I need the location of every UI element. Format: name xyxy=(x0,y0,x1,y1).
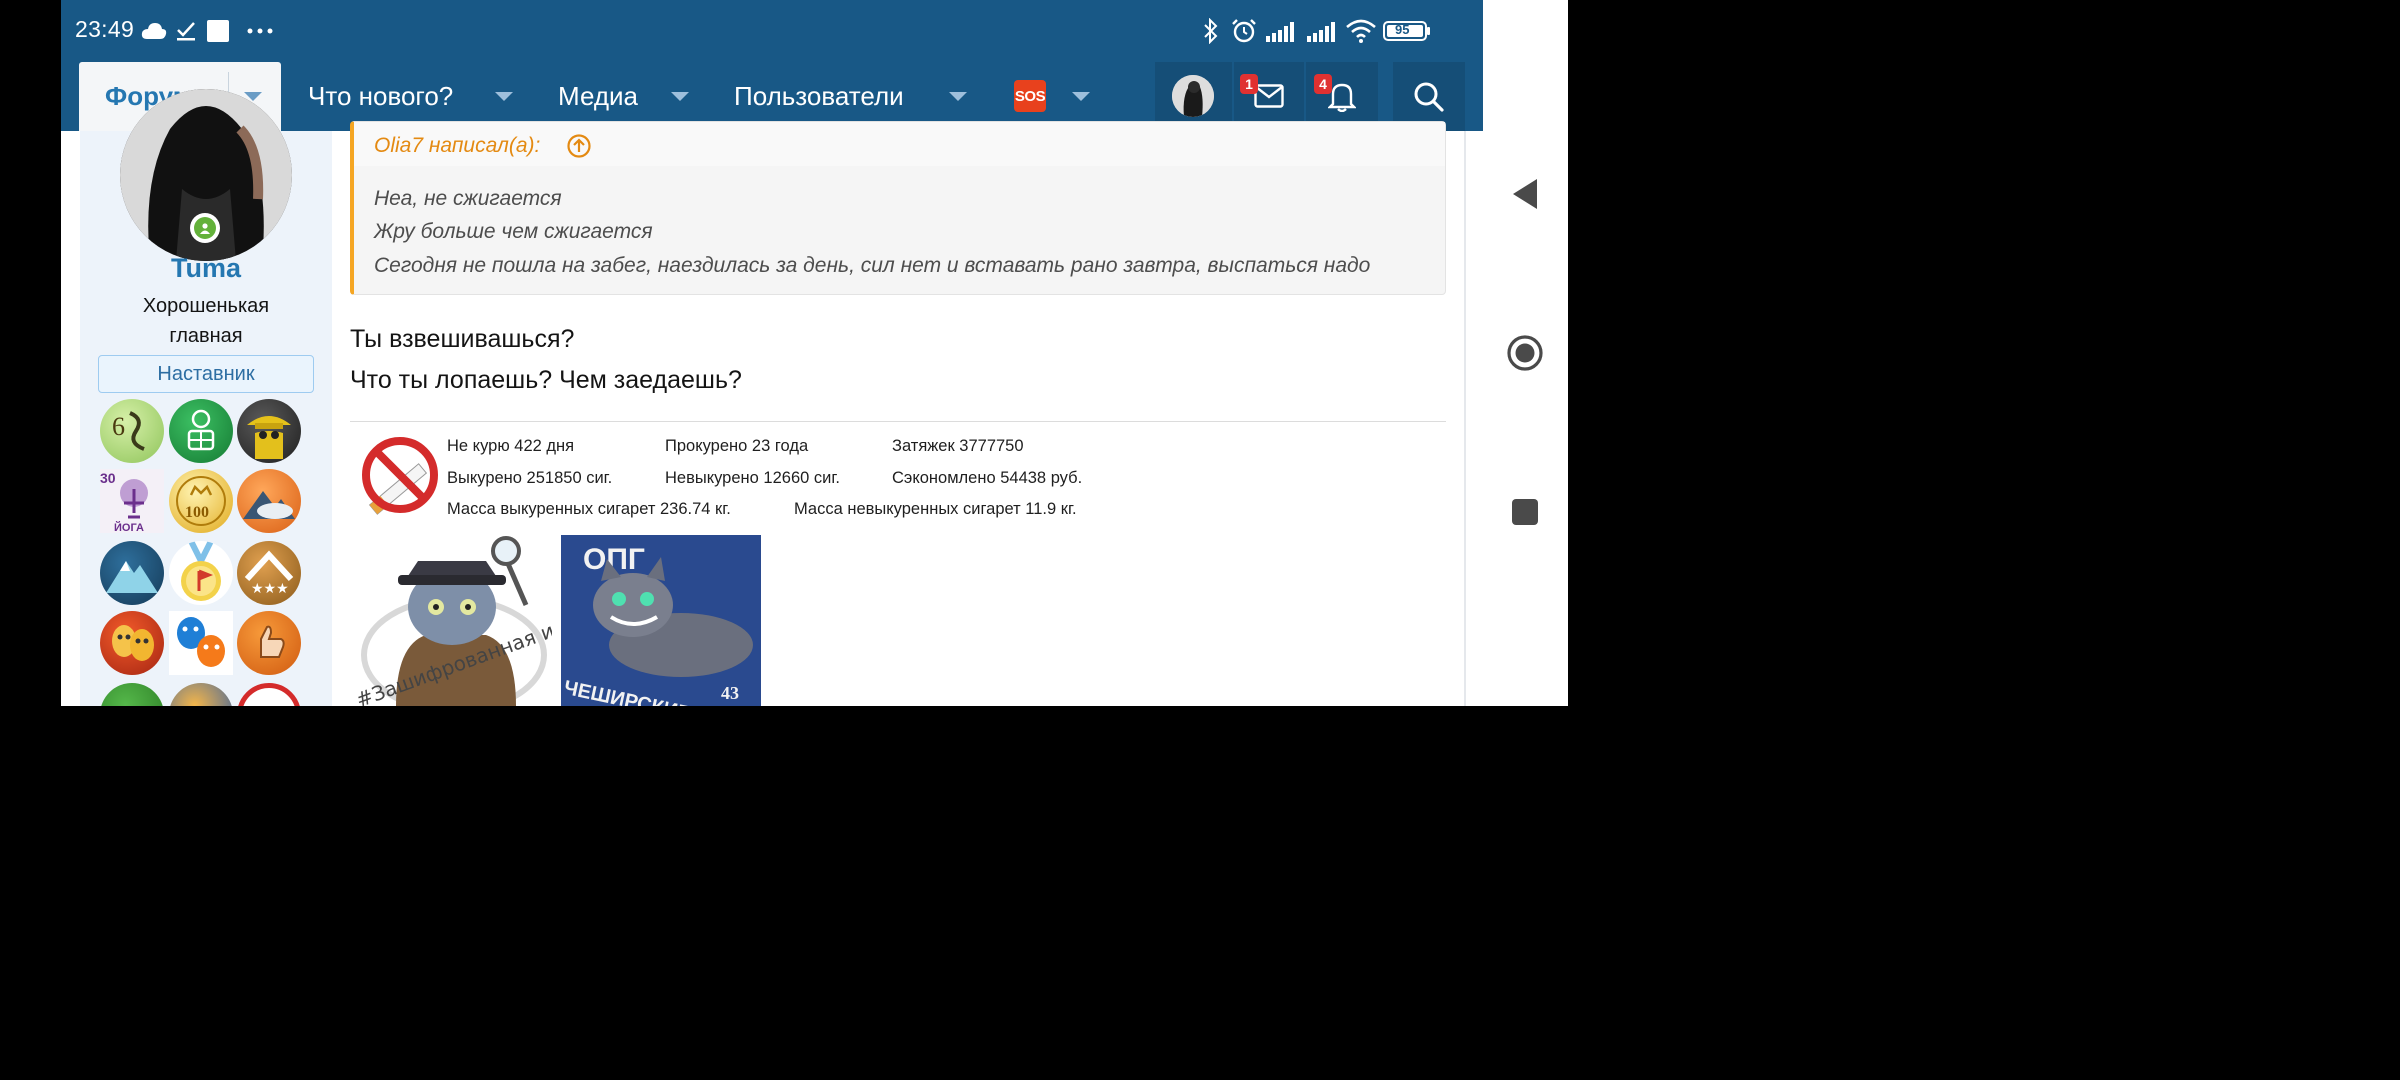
post-content: Olia7 написал(а): Неа, не сжигается Жру … xyxy=(332,121,1483,706)
trophy-label: 100 xyxy=(185,504,209,521)
account-avatar[interactable] xyxy=(1172,75,1214,117)
svg-text:★★★: ★★★ xyxy=(251,581,289,597)
online-status-icon xyxy=(190,213,220,243)
sos-icon[interactable]: SOS xyxy=(1014,80,1046,112)
signature-image-detective-cat[interactable]: #Зашифрованная игра xyxy=(356,535,552,706)
trophy-icon[interactable] xyxy=(100,683,164,706)
chevron-down-icon[interactable] xyxy=(495,92,513,101)
home-icon[interactable] xyxy=(1505,333,1545,373)
trophy-icon[interactable] xyxy=(169,611,233,675)
user-title-line2: главная xyxy=(169,325,243,347)
chevron-down-icon[interactable] xyxy=(949,92,967,101)
trophy-icon[interactable] xyxy=(100,611,164,675)
post-text-line: Ты взвешивашься? xyxy=(350,325,575,353)
user-title: Хорошенькая главная xyxy=(80,291,332,351)
envelope-icon xyxy=(1254,84,1284,108)
signature-stat: Выкурено 251850 сиг. xyxy=(447,469,613,487)
signature-stat: Масса выкуренных сигарет 236.74 кг. xyxy=(447,500,731,518)
trophy-icon[interactable] xyxy=(237,683,301,706)
signature-image-cheshire-cats[interactable]: ОПГ ЧЕШИРСКИЕ КОТЫ 43 xyxy=(561,535,761,706)
quote-line: Неа, не сжигается xyxy=(374,187,562,210)
nav-media[interactable]: Медиа xyxy=(558,81,638,112)
search-icon xyxy=(1414,82,1444,112)
trophy-label: 6 xyxy=(112,412,125,441)
alarm-icon xyxy=(1231,14,1257,48)
trophy-label: ЙОГА xyxy=(114,521,144,533)
battery-level: 95 xyxy=(1395,22,1410,37)
quote-author[interactable]: Olia7 написал(а): xyxy=(374,134,540,158)
left-black-strip xyxy=(0,0,61,706)
status-time: 23:49 xyxy=(75,16,135,42)
signature-divider xyxy=(350,421,1446,422)
arrow-up-circle-icon[interactable] xyxy=(566,133,592,159)
post-user-sidebar: Tuma Хорошенькая главная Наставник 6 30 Й… xyxy=(80,89,332,706)
trophy-label: 30 xyxy=(100,470,116,486)
browser-app: 23:49 95 Форумы Что нового? Медиа Пользо… xyxy=(61,0,1483,706)
back-icon[interactable] xyxy=(1511,177,1539,211)
chevron-down-icon[interactable] xyxy=(1072,92,1090,101)
trophy-icon[interactable] xyxy=(169,683,233,706)
no-smoking-icon xyxy=(358,433,442,517)
trophy-icon[interactable] xyxy=(237,469,301,533)
alerts-count-badge: 4 xyxy=(1314,74,1332,94)
trophy-icon[interactable] xyxy=(237,611,301,675)
post-text-line: Что ты лопаешь? Чем заедаешь? xyxy=(350,366,742,394)
page-right-edge xyxy=(1464,131,1466,706)
trophy-icon[interactable] xyxy=(169,541,233,605)
trophy-icon[interactable]: 30 ЙОГА xyxy=(100,469,164,533)
signature-stat: Сэкономлено 54438 руб. xyxy=(892,469,1083,487)
trophy-icon[interactable] xyxy=(169,399,233,463)
quote-line: Жру больше чем сжигается xyxy=(374,220,653,243)
bell-icon xyxy=(1328,83,1356,112)
quote-line: Сегодня не пошла на забег, наездилась за… xyxy=(374,254,1371,277)
user-banner: Наставник xyxy=(98,355,314,393)
recents-icon[interactable] xyxy=(1510,498,1540,526)
signature-image-number: 43 xyxy=(721,683,739,703)
cloud-icon xyxy=(141,14,167,48)
check-icon xyxy=(175,14,197,48)
signal-icon xyxy=(1307,14,1339,48)
user-title-line1: Хорошенькая xyxy=(142,295,270,317)
trophy-icon[interactable] xyxy=(100,541,164,605)
trophy-icon[interactable]: ★★★ xyxy=(237,541,301,605)
square-icon xyxy=(206,14,230,48)
messages-count-badge: 1 xyxy=(1240,74,1258,94)
signature-stat: Масса невыкуренных сигарет 11.9 кг. xyxy=(794,500,1077,518)
bluetooth-icon xyxy=(1201,14,1221,48)
signature-stat: Затяжек 3777750 xyxy=(892,437,1024,455)
nav-members[interactable]: Пользователи xyxy=(734,81,904,112)
trophy-icon[interactable]: 100 xyxy=(169,469,233,533)
signal-icon xyxy=(1266,14,1298,48)
trophy-icon[interactable] xyxy=(237,399,301,463)
signature-stat: Невыкурено 12660 сиг. xyxy=(665,469,840,487)
post-username[interactable]: Tuma xyxy=(80,253,332,284)
battery-icon: 95 xyxy=(1383,14,1431,48)
quote-block: Olia7 написал(а): Неа, не сжигается Жру … xyxy=(350,121,1446,295)
wifi-icon xyxy=(1345,14,1377,48)
quote-header: Olia7 написал(а): xyxy=(354,122,1445,166)
nav-whats-new[interactable]: Что нового? xyxy=(308,81,453,112)
chevron-down-icon[interactable] xyxy=(671,92,689,101)
status-bar: 23:49 95 xyxy=(61,0,1483,62)
more-icon xyxy=(247,14,273,48)
signature-stat: Прокурено 23 года xyxy=(665,437,809,455)
system-navigation-bar xyxy=(1483,0,1568,706)
signature-stat: Не курю 422 дня xyxy=(447,437,575,455)
trophy-icon[interactable]: 6 xyxy=(100,399,164,463)
